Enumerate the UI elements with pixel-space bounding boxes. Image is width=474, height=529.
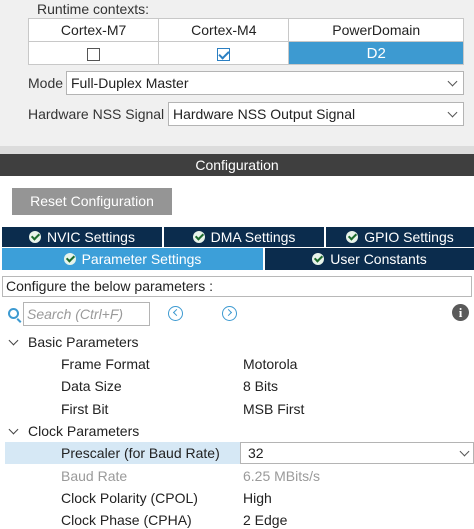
search-input[interactable] <box>23 302 150 326</box>
param-row-first-bit[interactable]: First Bit MSB First <box>0 398 474 420</box>
configure-description: Configure the below parameters : <box>2 276 472 297</box>
cell-cortex-m7 <box>27 41 160 65</box>
check-circle-icon <box>29 231 42 243</box>
param-row-prescaler[interactable]: Prescaler (for Baud Rate) 32 <box>5 442 474 464</box>
param-row-data-size[interactable]: Data Size 8 Bits <box>0 375 474 397</box>
chevron-left-icon <box>172 308 181 317</box>
prescaler-select[interactable] <box>240 442 474 464</box>
check-circle-icon <box>192 231 205 243</box>
param-row-clock-polarity[interactable]: Clock Polarity (CPOL) High <box>0 487 474 509</box>
tab-gpio-settings[interactable]: GPIO Settings <box>326 227 474 247</box>
chevron-down-icon <box>459 446 470 457</box>
tab-parameter-settings[interactable]: Parameter Settings <box>2 248 265 270</box>
runtime-contexts-table: Cortex-M7 Cortex-M4 PowerDomain D2 <box>27 18 464 65</box>
mode-label: Mode <box>28 75 64 91</box>
prescaler-value: 32 <box>248 445 264 461</box>
chevron-down-icon <box>8 424 19 435</box>
tab-user-constants[interactable]: User Constants <box>265 248 474 270</box>
mode-select[interactable]: Full-Duplex Master <box>66 71 464 95</box>
param-row-frame-format[interactable]: Frame Format Motorola <box>0 353 474 375</box>
mode-value: Full-Duplex Master <box>71 75 189 91</box>
basic-parameters-section[interactable]: Basic Parameters <box>0 331 474 353</box>
chevron-down-icon <box>447 107 458 118</box>
search-previous-button[interactable] <box>168 306 183 321</box>
check-circle-icon <box>63 253 76 265</box>
runtime-contexts-label: Runtime contexts: <box>37 1 150 17</box>
check-circle-icon <box>312 253 325 265</box>
tab-nvic-settings[interactable]: NVIC Settings <box>2 227 164 247</box>
tab-dma-settings[interactable]: DMA Settings <box>164 227 326 247</box>
header-cortex-m7: Cortex-M7 <box>27 18 160 42</box>
chevron-right-icon <box>224 308 233 317</box>
power-domain-value[interactable]: D2 <box>288 41 464 65</box>
header-power-domain: PowerDomain <box>288 18 464 42</box>
configuration-header: Configuration <box>0 154 474 176</box>
info-icon[interactable]: i <box>452 304 469 321</box>
header-cortex-m4: Cortex-M4 <box>158 18 290 42</box>
chevron-down-icon <box>8 335 19 346</box>
search-icon <box>8 308 19 319</box>
search-next-button[interactable] <box>222 306 237 321</box>
cell-cortex-m4 <box>158 41 290 65</box>
section-title: Clock Parameters <box>28 423 140 439</box>
clock-parameters-section[interactable]: Clock Parameters <box>0 420 474 442</box>
panel-divider[interactable] <box>0 146 474 154</box>
reset-configuration-button[interactable]: Reset Configuration <box>12 188 172 215</box>
nss-select[interactable]: Hardware NSS Output Signal <box>168 102 464 126</box>
chevron-down-icon <box>447 76 458 87</box>
nss-label: Hardware NSS Signal <box>28 106 165 122</box>
cortex-m4-checkbox[interactable] <box>217 47 231 61</box>
check-circle-icon <box>346 231 359 243</box>
section-title: Basic Parameters <box>28 334 139 350</box>
param-row-clock-phase[interactable]: Clock Phase (CPHA) 2 Edge <box>0 509 474 529</box>
nss-value: Hardware NSS Output Signal <box>173 106 356 122</box>
pin-configuration-panel: Runtime contexts: Cortex-M7 Cortex-M4 Po… <box>0 0 474 146</box>
cortex-m7-checkbox[interactable] <box>87 47 101 61</box>
param-row-baud-rate: Baud Rate 6.25 MBits/s <box>61 468 321 484</box>
